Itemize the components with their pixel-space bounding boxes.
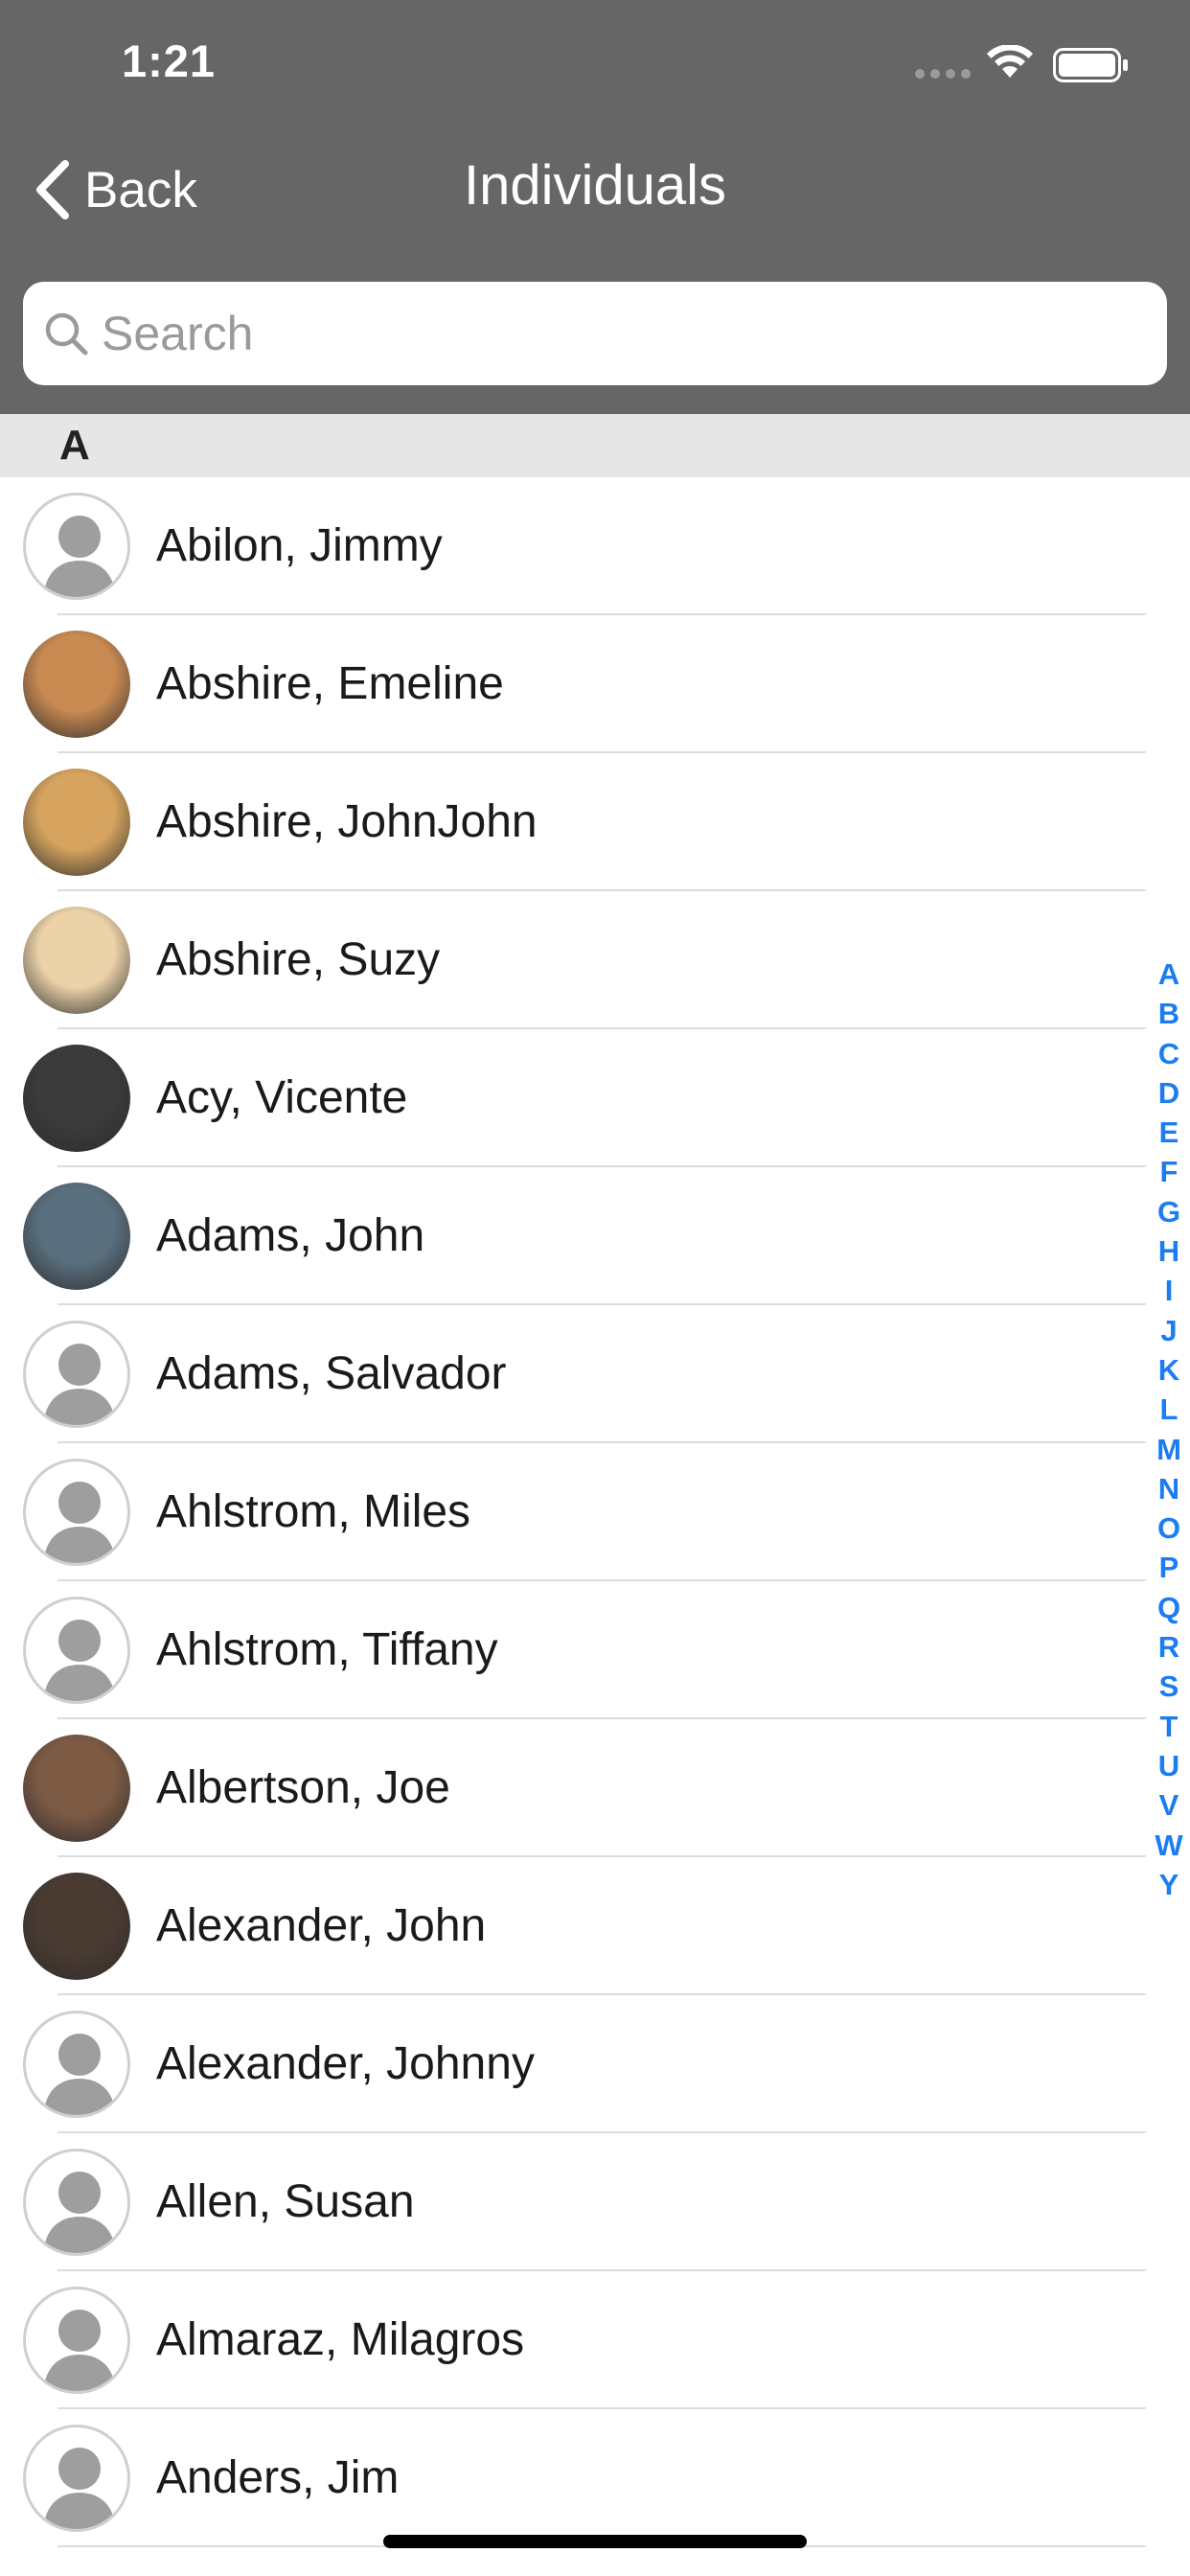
person-placeholder-icon bbox=[23, 1321, 130, 1428]
contact-name: Ahlstrom, Miles bbox=[156, 1486, 471, 1537]
contact-name: Almaraz, Milagros bbox=[156, 2314, 525, 2365]
index-letter[interactable]: J bbox=[1150, 1311, 1188, 1350]
contact-row[interactable]: Abshire, Emeline bbox=[0, 615, 1190, 753]
index-letter[interactable]: I bbox=[1150, 1271, 1188, 1310]
contact-row[interactable]: Alexander, John bbox=[0, 1857, 1190, 1995]
index-letter[interactable]: W bbox=[1150, 1826, 1188, 1865]
contact-row[interactable]: Abilon, Jimmy bbox=[0, 477, 1190, 615]
index-letter[interactable]: B bbox=[1150, 994, 1188, 1033]
contact-name: Abshire, JohnJohn bbox=[156, 796, 538, 847]
chevron-left-icon bbox=[36, 160, 69, 219]
avatar-photo bbox=[23, 1873, 130, 1980]
index-letter[interactable]: F bbox=[1150, 1152, 1188, 1191]
person-placeholder-icon bbox=[23, 2149, 130, 2256]
back-button[interactable]: Back bbox=[34, 153, 197, 226]
index-letter[interactable]: Y bbox=[1150, 1865, 1188, 1904]
contact-name: Allen, Susan bbox=[156, 2176, 415, 2227]
alphabet-index[interactable]: ABCDEFGHIJKLMNOPQRSTUVWY bbox=[1150, 954, 1188, 1904]
contact-row[interactable]: Almaraz, Milagros bbox=[0, 2271, 1190, 2409]
avatar-photo bbox=[23, 631, 130, 738]
search-bar[interactable] bbox=[23, 282, 1167, 385]
search-input[interactable] bbox=[102, 306, 1060, 361]
status-time: 1:21 bbox=[122, 35, 217, 86]
index-letter[interactable]: D bbox=[1150, 1073, 1188, 1113]
contact-row[interactable]: Allen, Susan bbox=[0, 2133, 1190, 2271]
person-placeholder-icon bbox=[23, 2425, 130, 2532]
avatar-photo bbox=[23, 1735, 130, 1842]
contact-row[interactable]: Ahlstrom, Miles bbox=[0, 1443, 1190, 1581]
index-letter[interactable]: E bbox=[1150, 1113, 1188, 1152]
person-placeholder-icon bbox=[23, 493, 130, 600]
index-letter[interactable]: A bbox=[1150, 954, 1188, 994]
avatar-photo bbox=[23, 1183, 130, 1290]
back-label: Back bbox=[84, 161, 197, 218]
contact-row[interactable]: Abshire, Suzy bbox=[0, 891, 1190, 1029]
home-indicator[interactable] bbox=[383, 2535, 807, 2548]
index-letter[interactable]: Q bbox=[1150, 1588, 1188, 1627]
wifi-icon bbox=[987, 45, 1033, 78]
contact-row[interactable]: Abshire, JohnJohn bbox=[0, 753, 1190, 891]
contact-row[interactable]: Adams, Salvador bbox=[0, 1305, 1190, 1443]
contact-name: Ahlstrom, Tiffany bbox=[156, 1624, 498, 1675]
search-icon bbox=[45, 312, 88, 356]
index-letter[interactable]: K bbox=[1150, 1350, 1188, 1390]
contact-name: Albertson, Joe bbox=[156, 1762, 450, 1813]
person-placeholder-icon bbox=[23, 1459, 130, 1566]
index-letter[interactable]: R bbox=[1150, 1627, 1188, 1667]
contact-name: Abshire, Emeline bbox=[156, 658, 504, 709]
index-letter[interactable]: L bbox=[1150, 1390, 1188, 1429]
person-placeholder-icon bbox=[23, 2011, 130, 2118]
contact-row[interactable]: Albertson, Joe bbox=[0, 1719, 1190, 1857]
contact-list: Abilon, Jimmy Abshire, Emeline Abshire, Jo… bbox=[0, 477, 1190, 2547]
navigation-header: 1:21 Back Individuals bbox=[0, 0, 1190, 414]
index-letter[interactable]: G bbox=[1150, 1192, 1188, 1231]
avatar-photo bbox=[23, 1045, 130, 1152]
avatar-photo bbox=[23, 907, 130, 1014]
contact-row[interactable]: Ahlstrom, Tiffany bbox=[0, 1581, 1190, 1719]
index-letter[interactable]: M bbox=[1150, 1430, 1188, 1469]
contact-row[interactable]: Acy, Vicente bbox=[0, 1029, 1190, 1167]
person-placeholder-icon bbox=[23, 1597, 130, 1704]
contact-name: Alexander, Johnny bbox=[156, 2038, 535, 2089]
contact-name: Anders, Jim bbox=[156, 2452, 400, 2503]
index-letter[interactable]: N bbox=[1150, 1469, 1188, 1508]
contact-row[interactable]: Anders, Jim bbox=[0, 2409, 1190, 2547]
avatar-photo bbox=[23, 769, 130, 876]
person-placeholder-icon bbox=[23, 2287, 130, 2394]
battery-icon bbox=[1053, 48, 1128, 82]
contact-row[interactable]: Alexander, Johnny bbox=[0, 1995, 1190, 2133]
section-letter: A bbox=[59, 422, 90, 469]
index-letter[interactable]: C bbox=[1150, 1034, 1188, 1073]
contact-name: Adams, Salvador bbox=[156, 1348, 507, 1399]
contact-name: Adams, John bbox=[156, 1210, 425, 1261]
index-letter[interactable]: U bbox=[1150, 1746, 1188, 1785]
index-letter[interactable]: V bbox=[1150, 1785, 1188, 1825]
contact-name: Abilon, Jimmy bbox=[156, 520, 443, 571]
index-letter[interactable]: P bbox=[1150, 1548, 1188, 1587]
index-letter[interactable]: S bbox=[1150, 1667, 1188, 1706]
contact-name: Acy, Vicente bbox=[156, 1072, 408, 1123]
contact-row[interactable]: Adams, John bbox=[0, 1167, 1190, 1305]
section-header: A bbox=[0, 414, 1190, 477]
cellular-signal-icon bbox=[915, 69, 971, 79]
contact-name: Alexander, John bbox=[156, 1900, 487, 1951]
contact-name: Abshire, Suzy bbox=[156, 934, 441, 985]
index-letter[interactable]: T bbox=[1150, 1707, 1188, 1746]
index-letter[interactable]: O bbox=[1150, 1508, 1188, 1548]
index-letter[interactable]: H bbox=[1150, 1231, 1188, 1271]
